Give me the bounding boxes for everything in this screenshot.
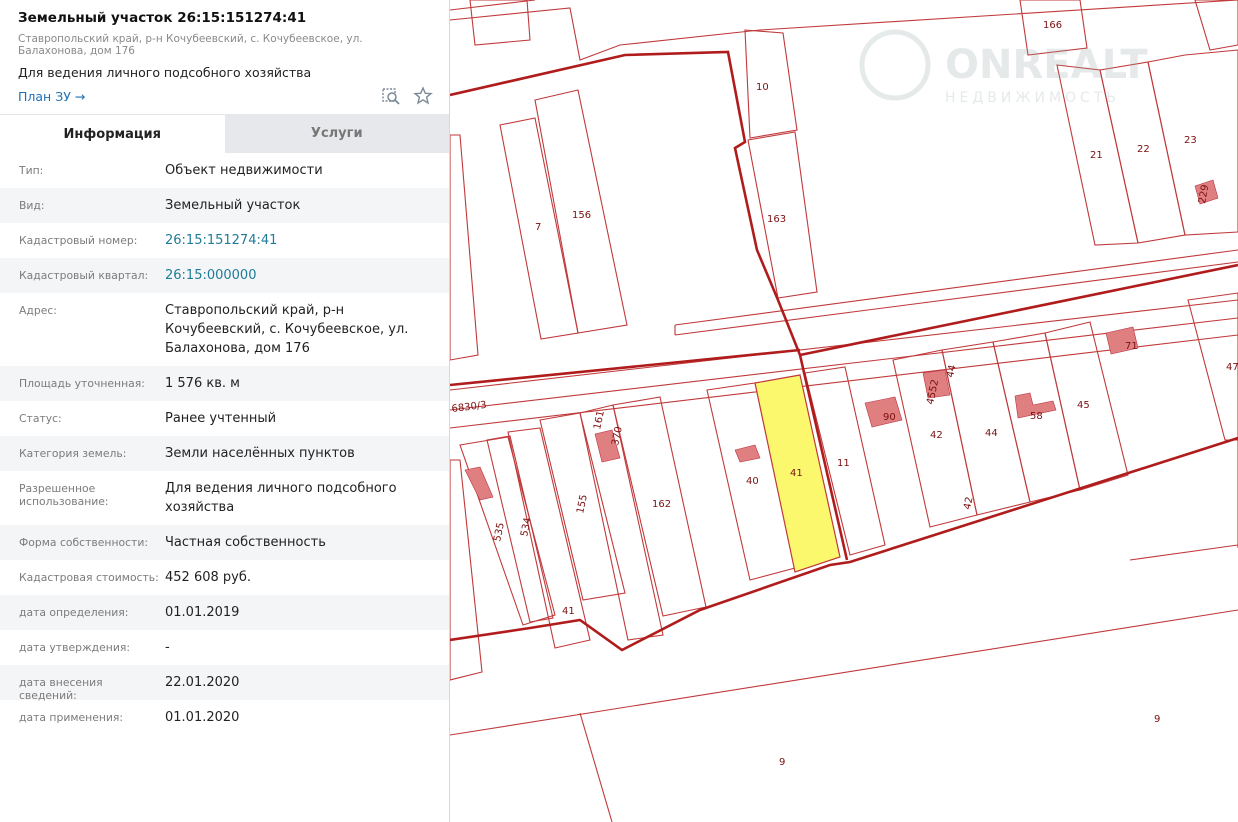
parcel-label: 42: [930, 430, 943, 441]
info-key: дата определения:: [19, 606, 129, 619]
watermark-text: ONREALT: [945, 42, 1148, 88]
info-value: Земельный участок: [165, 198, 301, 213]
info-value: Ставропольский край, р-н Кочубеевский, с…: [165, 303, 409, 356]
parcel-label: 156: [572, 210, 591, 221]
tab-information[interactable]: Информация: [0, 114, 225, 153]
parcel-labels: 166 10 21 22 23 229 163 7 156 71 47 44 4…: [451, 20, 1238, 768]
info-key: Кадастровая стоимость:: [19, 571, 159, 584]
parcel-label: 10: [756, 82, 769, 93]
info-key: Разрешенное использование:: [19, 482, 109, 508]
selected-parcel-label: 41: [790, 468, 803, 479]
info-row-date-applied: дата применения: 01.01.2020: [0, 700, 449, 735]
info-row-date-approved: дата утверждения: -: [0, 630, 449, 665]
parcel-label: 21: [1090, 150, 1103, 161]
parcel-label: 155: [575, 494, 590, 515]
info-value: 22.01.2020: [165, 675, 240, 690]
info-row-area: Площадь уточненная: 1 576 кв. м: [0, 366, 449, 401]
parcel-label: 23: [1184, 135, 1197, 146]
info-value: Для ведения личного подсобного хозяйства: [165, 481, 397, 515]
info-value: Земли населённых пунктов: [165, 446, 355, 461]
info-row-land-category: Категория земель: Земли населённых пункт…: [0, 436, 449, 471]
parcel-label: 71: [1125, 341, 1138, 352]
parcel-label: 41: [562, 606, 575, 617]
parcel-label: 370: [610, 426, 625, 447]
header-actions: [381, 86, 433, 106]
parcel-label: 9: [779, 757, 785, 768]
info-key: дата применения:: [19, 711, 124, 724]
info-key: Кадастровый номер:: [19, 234, 138, 247]
cadastral-number-link[interactable]: 26:15:151274:41: [165, 231, 435, 250]
parcel-label: 47: [1226, 362, 1238, 373]
info-key: Статус:: [19, 412, 62, 425]
buildings: [464, 179, 1219, 501]
cadastral-quarter-link[interactable]: 26:15:000000: [165, 266, 435, 285]
info-key: дата утверждения:: [19, 641, 131, 654]
watermark-subtext: НЕДВИЖИМОСТЬ: [945, 90, 1120, 106]
info-value: 01.01.2020: [165, 710, 240, 725]
info-row-permitted-use: Разрешенное использование: Для ведения л…: [0, 471, 449, 525]
parcel-label: 161: [592, 410, 607, 431]
tab-services[interactable]: Услуги: [224, 114, 449, 153]
parcel-label: 45: [1077, 400, 1090, 411]
info-key: Форма собственности:: [19, 536, 148, 549]
info-row-date-determined: дата определения: 01.01.2019: [0, 595, 449, 630]
info-value: Объект недвижимости: [165, 163, 323, 178]
parcel-label: 229: [1197, 184, 1211, 205]
tab-bar: Информация Услуги: [0, 114, 449, 153]
parcel-label: 11: [837, 458, 850, 469]
parcel-label: 44: [945, 364, 958, 379]
info-row-kind: Вид: Земельный участок: [0, 188, 449, 223]
parcel-label: 534: [519, 517, 534, 538]
info-value: 1 576 кв. м: [165, 376, 240, 391]
info-value: Ранее учтенный: [165, 411, 277, 426]
parcel-title: Земельный участок 26:15:151274:41: [18, 10, 307, 26]
info-key: Площадь уточненная:: [19, 377, 145, 390]
info-row-cadastral-value: Кадастровая стоимость: 452 608 руб.: [0, 560, 449, 595]
info-panel: Земельный участок 26:15:151274:41 Ставро…: [0, 0, 450, 822]
parcel-label: 166: [1043, 20, 1062, 31]
info-row-cadastral-number: Кадастровый номер: 26:15:151274:41: [0, 223, 449, 258]
info-key: Кадастровый квартал:: [19, 269, 149, 282]
info-value: 452 608 руб.: [165, 570, 251, 585]
info-row-date-entered: дата внесения сведений: 22.01.2020: [0, 665, 449, 702]
parcel-label: 22: [1137, 144, 1150, 155]
info-key: Тип:: [19, 164, 44, 177]
info-row-type: Тип: Объект недвижимости: [0, 153, 449, 188]
parcel-label: 44: [985, 428, 998, 439]
parcel-lines: [450, 0, 1238, 822]
search-map-icon[interactable]: [381, 86, 401, 106]
parcel-label: 9: [1154, 714, 1160, 725]
info-row-cadastral-quarter: Кадастровый квартал: 26:15:000000: [0, 258, 449, 293]
parcel-label: 535: [492, 522, 507, 543]
parcel-label: 90: [883, 412, 896, 423]
plan-link[interactable]: План ЗУ →: [18, 89, 85, 104]
parcel-label: 42: [962, 496, 975, 511]
info-key: Адрес:: [19, 304, 57, 317]
info-row-ownership: Форма собственности: Частная собственнос…: [0, 525, 449, 560]
watermark: ONREALT НЕДВИЖИМОСТЬ: [859, 29, 1148, 106]
parcel-address: Ставропольский край, р-н Кочубеевский, с…: [18, 33, 363, 57]
info-key: Вид:: [19, 199, 45, 212]
info-table: Тип: Объект недвижимости Вид: Земельный …: [0, 153, 449, 735]
parcel-label: 40: [746, 476, 759, 487]
info-value: Частная собственность: [165, 535, 326, 550]
info-row-address: Адрес: Ставропольский край, р-н Кочубеев…: [0, 293, 449, 366]
info-key: Категория земель:: [19, 447, 127, 460]
info-row-status: Статус: Ранее учтенный: [0, 401, 449, 436]
info-value: 01.01.2019: [165, 605, 240, 620]
map-canvas[interactable]: ONREALT НЕДВИЖИМОСТЬ 166 10 21 22 23 229…: [450, 0, 1238, 822]
info-value: -: [165, 640, 170, 655]
parcel-purpose: Для ведения личного подсобного хозяйства: [18, 65, 312, 80]
road-label: 6830/3: [451, 400, 487, 415]
star-icon[interactable]: [413, 86, 433, 106]
parcel-label: 58: [1030, 411, 1043, 422]
parcel-label: 162: [652, 499, 671, 510]
parcel-label: 7: [535, 222, 541, 233]
parcel-label: 163: [767, 214, 786, 225]
cadastral-map[interactable]: ONREALT НЕДВИЖИМОСТЬ 166 10 21 22 23 229…: [450, 0, 1238, 822]
info-key: дата внесения сведений:: [19, 676, 103, 702]
